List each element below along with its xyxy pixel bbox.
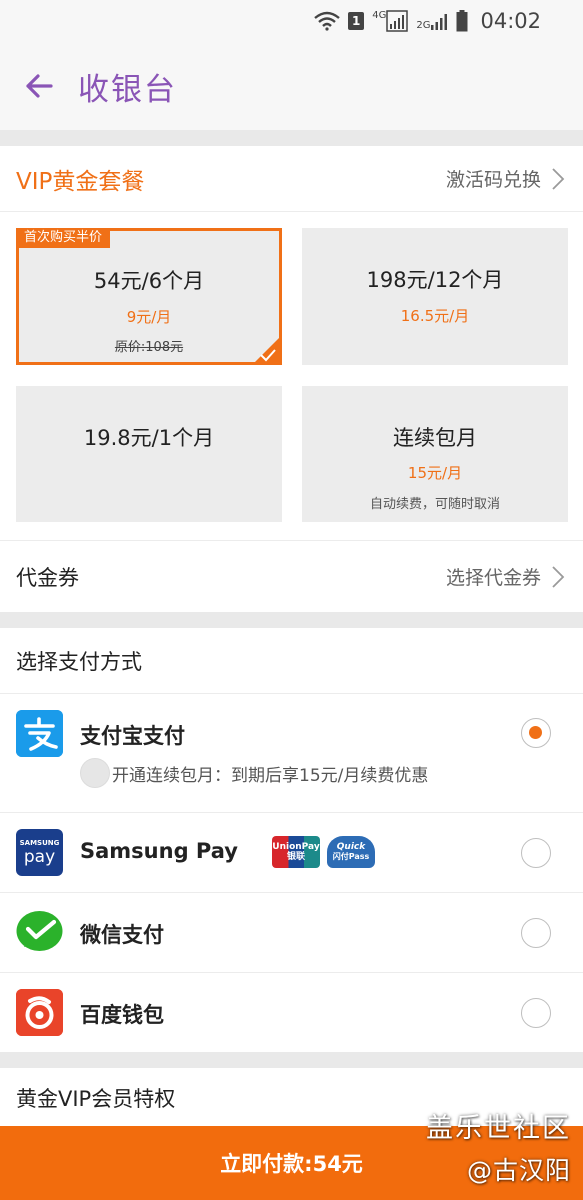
plan-card-1-month[interactable]: 19.8元/1个月 (16, 386, 282, 522)
checkmark-icon (259, 347, 277, 362)
signal-4g-icon: 4G (372, 10, 409, 32)
vip-plan-title: VIP黄金套餐 (16, 168, 145, 195)
payment-name: 微信支付 (80, 923, 164, 947)
payment-name: Samsung Pay (80, 839, 238, 863)
notification-badge: 1 (348, 12, 365, 30)
status-bar: 1 4G 2G 04:02 (0, 0, 583, 42)
samsung-logo-word: pay (23, 847, 56, 867)
plan-card-6-months[interactable]: 首次购买半价 54元/6个月 9元/月 原价:108元 (16, 228, 282, 365)
payment-radio[interactable] (521, 838, 551, 868)
watermark-line1: 盖乐世社区 (426, 1113, 571, 1144)
payment-radio[interactable] (521, 998, 551, 1028)
auto-renew-option[interactable]: 开通连续包月：到期后享15元/月续费优惠 (80, 758, 428, 788)
page-title: 收银台 (78, 71, 177, 108)
plan-price: 198元/12个月 (366, 268, 504, 292)
plan-monthly-price: 16.5元/月 (400, 307, 470, 325)
unionpay-icon: UnionPay 银联 (272, 836, 320, 868)
privileges-title: 黄金VIP会员特权 (16, 1087, 176, 1111)
payment-option-baidu-wallet[interactable]: 百度钱包 (0, 973, 583, 1052)
select-voucher-label: 选择代金券 (445, 567, 541, 589)
payment-option-samsung-pay[interactable]: SAMSUNG pay Samsung Pay UnionPay 银联 Quic… (0, 813, 583, 893)
payment-name: 支付宝支付 (80, 724, 185, 748)
promo-tag: 首次购买半价 (16, 228, 111, 248)
auto-renew-radio[interactable] (80, 758, 110, 788)
payment-option-wechat-pay[interactable]: 微信支付 (0, 893, 583, 973)
signal-2g-icon: 2G (416, 11, 448, 31)
network-2g-label: 2G (416, 20, 431, 31)
plan-monthly-price: 15元/月 (407, 464, 463, 482)
quickpass-cn-text: 闪付Pass (332, 852, 370, 861)
select-voucher-link[interactable]: 选择代金券 (446, 563, 565, 590)
payment-radio[interactable] (521, 918, 551, 948)
clock: 04:02 (480, 9, 541, 33)
unionpay-cn-text: 银联 (286, 852, 305, 862)
payment-method-section: 选择支付方式 支付宝支付 开通连续包月：到期后享15元/月续费优惠 SAMSUN… (0, 628, 583, 1052)
app-header: 收银台 (0, 42, 583, 130)
plan-card-12-months[interactable]: 198元/12个月 16.5元/月 (302, 228, 568, 365)
activation-code-link[interactable]: 激活码兑换 (446, 165, 565, 192)
chevron-right-icon (551, 565, 565, 589)
payment-radio-selected[interactable] (521, 718, 551, 748)
watermark: 盖乐世社区 @古汉阳 (426, 1106, 571, 1187)
plan-price: 54元/6个月 (93, 269, 205, 293)
activation-code-label: 激活码兑换 (445, 169, 541, 191)
baidu-wallet-icon (16, 989, 63, 1036)
vip-section-header: VIP黄金套餐 激活码兑换 (0, 146, 583, 212)
wechat-pay-icon (16, 909, 63, 956)
payment-name: 百度钱包 (80, 1003, 164, 1027)
arrow-left-icon[interactable] (24, 71, 54, 101)
watermark-line2: @古汉阳 (466, 1156, 571, 1185)
network-4g-label: 4G (372, 10, 387, 21)
battery-icon (456, 10, 468, 32)
quickpass-text: Quick (336, 842, 366, 852)
plan-original-price: 原价:108元 (114, 340, 184, 355)
plan-renewal-note: 自动续费，可随时取消 (369, 497, 500, 512)
quickpass-icon: Quick 闪付Pass (327, 836, 375, 868)
voucher-row[interactable]: 代金券 选择代金券 (0, 540, 583, 612)
payment-option-alipay[interactable]: 支付宝支付 开通连续包月：到期后享15元/月续费优惠 (0, 694, 583, 813)
samsung-pay-icon: SAMSUNG pay (16, 829, 63, 876)
plan-price: 19.8元/1个月 (83, 426, 215, 450)
unionpay-text: UnionPay (272, 842, 320, 852)
wifi-icon (314, 11, 340, 31)
plan-price: 连续包月 (393, 426, 477, 450)
plan-monthly-price: 9元/月 (126, 308, 172, 326)
voucher-label: 代金券 (16, 565, 79, 590)
alipay-icon (16, 710, 63, 757)
chevron-right-icon (551, 167, 565, 191)
plan-card-monthly-renewal[interactable]: 连续包月 15元/月 自动续费，可随时取消 (302, 386, 568, 522)
payment-method-heading: 选择支付方式 (0, 628, 583, 694)
auto-renew-label: 开通连续包月：到期后享15元/月续费优惠 (112, 765, 429, 786)
